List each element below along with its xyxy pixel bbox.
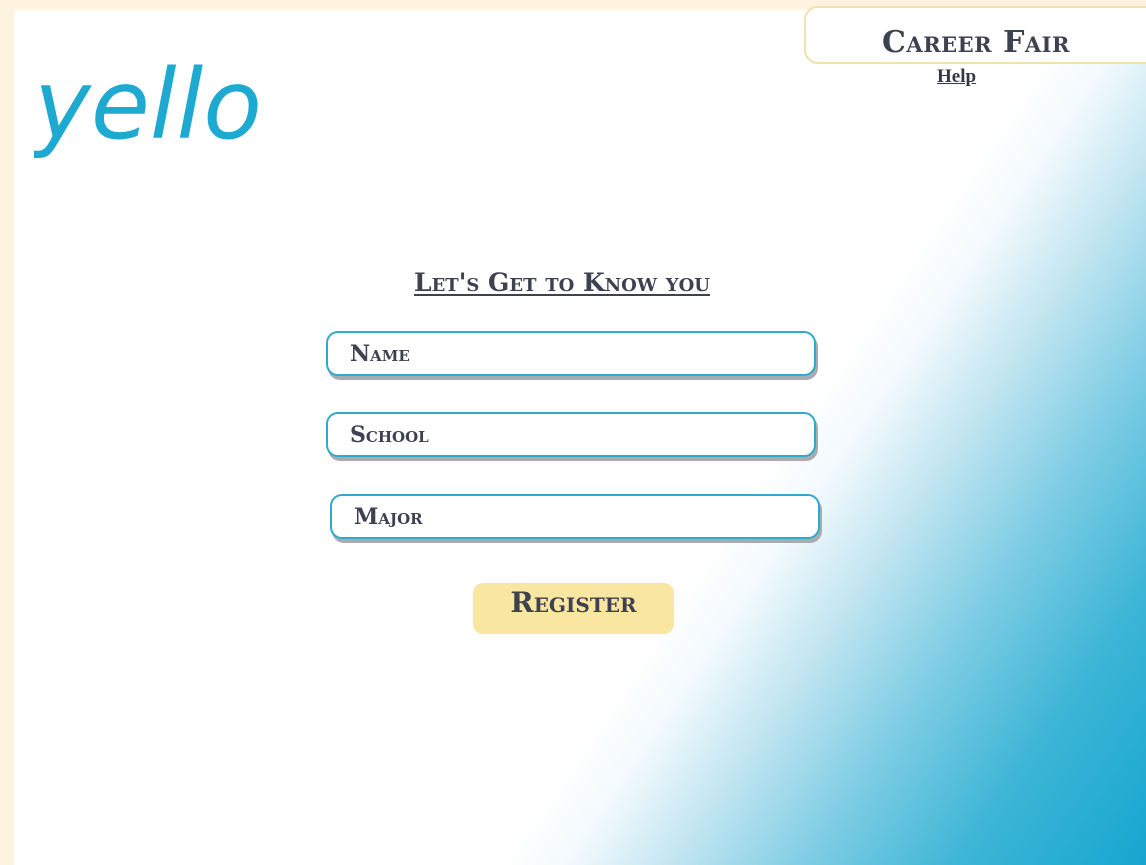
name-input[interactable]: [328, 333, 814, 374]
major-field-container: [330, 494, 820, 539]
help-link[interactable]: Help: [937, 66, 976, 88]
school-field-container: [326, 412, 816, 457]
event-title-box: Career Fair: [804, 6, 1146, 64]
form-heading: Let's Get to Know you: [414, 268, 711, 297]
school-input[interactable]: [328, 414, 814, 455]
logo-wordmark: yello: [34, 49, 262, 161]
event-title: Career Fair: [882, 25, 1070, 60]
register-button[interactable]: Register: [473, 583, 674, 634]
yello-logo: yello: [34, 36, 264, 196]
name-field-container: [326, 331, 816, 376]
major-input[interactable]: [332, 496, 818, 537]
